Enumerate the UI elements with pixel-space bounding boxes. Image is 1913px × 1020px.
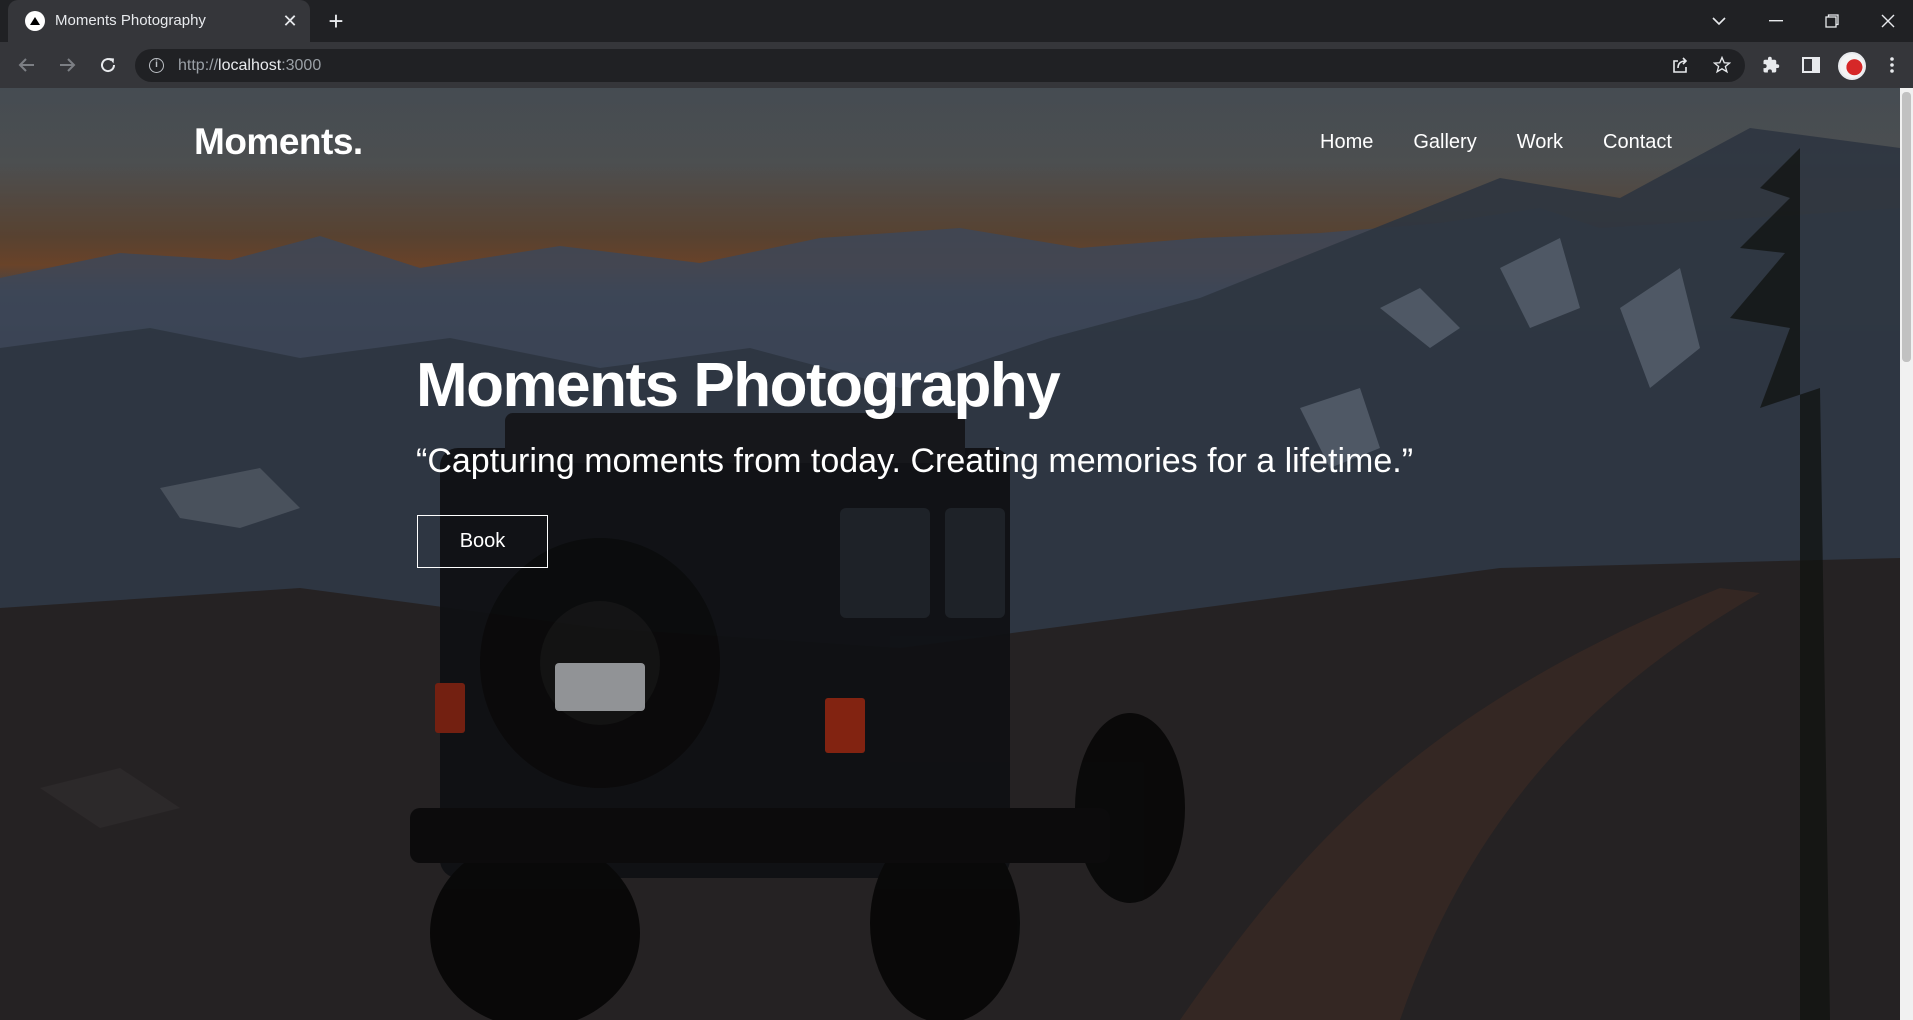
nav-link-gallery[interactable]: Gallery	[1413, 131, 1476, 154]
tab-search-icon[interactable]	[1699, 6, 1739, 36]
tab-close-icon[interactable]: ✕	[279, 10, 301, 32]
nav-link-contact[interactable]: Contact	[1603, 131, 1672, 154]
back-icon[interactable]	[12, 50, 42, 80]
nav-link-work[interactable]: Work	[1517, 131, 1563, 154]
forward-icon[interactable]	[52, 50, 82, 80]
favicon-icon	[25, 11, 45, 31]
browser-tab[interactable]: Moments Photography ✕	[8, 0, 310, 42]
minimize-icon[interactable]	[1756, 6, 1796, 36]
share-icon[interactable]	[1667, 52, 1693, 78]
tab-title: Moments Photography	[55, 12, 206, 29]
reload-icon[interactable]	[93, 50, 123, 80]
new-tab-icon[interactable]: +	[322, 8, 350, 36]
address-bar[interactable]: i http://localhost:3000	[135, 49, 1745, 82]
url-host: localhost	[218, 57, 282, 74]
url-port: :3000	[281, 57, 322, 74]
extensions-icon[interactable]	[1758, 52, 1784, 78]
page-scrollbar[interactable]	[1900, 88, 1913, 1020]
browser-toolbar: i http://localhost:3000	[0, 42, 1913, 88]
nav-link-home[interactable]: Home	[1320, 131, 1373, 154]
restore-icon[interactable]	[1812, 6, 1852, 36]
close-window-icon[interactable]	[1868, 6, 1908, 36]
book-button[interactable]: Book	[417, 515, 548, 568]
hero-background-image	[0, 128, 1900, 1020]
tab-strip: Moments Photography ✕ +	[0, 0, 1913, 42]
url-text[interactable]: http://localhost:3000	[178, 57, 321, 75]
bookmark-star-icon[interactable]	[1709, 52, 1735, 78]
menu-kebab-icon[interactable]	[1879, 52, 1905, 78]
scrollbar-thumb[interactable]	[1902, 92, 1911, 362]
side-panel-icon[interactable]	[1798, 52, 1824, 78]
site-logo[interactable]: Moments.	[194, 121, 363, 163]
site-nav: Home Gallery Work Contact	[1320, 131, 1672, 154]
site-info-icon[interactable]: i	[149, 58, 164, 73]
hero-quote: “Capturing moments from today. Creating …	[416, 442, 1414, 480]
profile-avatar[interactable]	[1838, 52, 1866, 80]
url-scheme: http://	[178, 57, 219, 74]
page-viewport: Moments. Home Gallery Work Contact Momen…	[0, 88, 1900, 1020]
hero-title: Moments Photography	[416, 351, 1061, 420]
